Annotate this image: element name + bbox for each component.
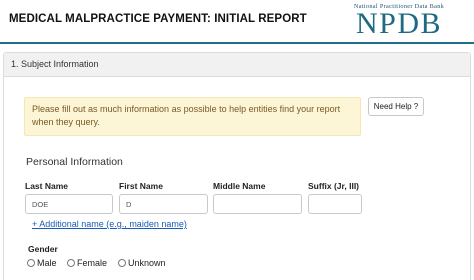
panel-title: 1. Subject Information — [11, 59, 99, 69]
gender-option-male[interactable]: Male — [27, 258, 57, 268]
page-header: MEDICAL MALPRACTICE PAYMENT: INITIAL REP… — [0, 0, 474, 42]
gender-label: Gender — [28, 244, 58, 254]
subject-information-panel: 1. Subject Information Please fill out a… — [3, 52, 471, 280]
first-name-label: First Name — [119, 181, 163, 191]
middle-name-input[interactable] — [213, 194, 302, 214]
gender-option-female[interactable]: Female — [67, 258, 107, 268]
report-title: MEDICAL MALPRACTICE PAYMENT: INITIAL REP… — [9, 13, 307, 25]
first-name-input[interactable] — [119, 194, 208, 214]
panel-header: 1. Subject Information — [4, 53, 470, 77]
female-label: Female — [77, 258, 108, 268]
last-name-label: Last Name — [25, 181, 68, 191]
header-divider — [0, 42, 474, 44]
suffix-label: Suffix (Jr, III) — [308, 181, 360, 191]
last-name-input[interactable] — [25, 194, 113, 214]
female-radio[interactable] — [67, 259, 75, 267]
unknown-radio[interactable] — [118, 259, 126, 267]
logo-wordmark: NPDB — [355, 7, 443, 40]
unknown-label: Unknown — [128, 258, 166, 268]
male-label: Male — [37, 258, 57, 268]
personal-information-heading: Personal Information — [26, 156, 123, 168]
middle-name-label: Middle Name — [213, 181, 266, 191]
npdb-logo: National Practitioner Data Bank NPDB — [334, 3, 464, 39]
info-alert: Please fill out as much information as p… — [24, 97, 361, 136]
additional-name-link[interactable]: + Additional name (e.g., maiden name) — [32, 219, 187, 229]
suffix-input[interactable] — [308, 194, 362, 214]
need-help-button[interactable]: Need Help ? — [368, 97, 424, 116]
gender-option-unknown[interactable]: Unknown — [118, 258, 166, 268]
male-radio[interactable] — [27, 259, 35, 267]
